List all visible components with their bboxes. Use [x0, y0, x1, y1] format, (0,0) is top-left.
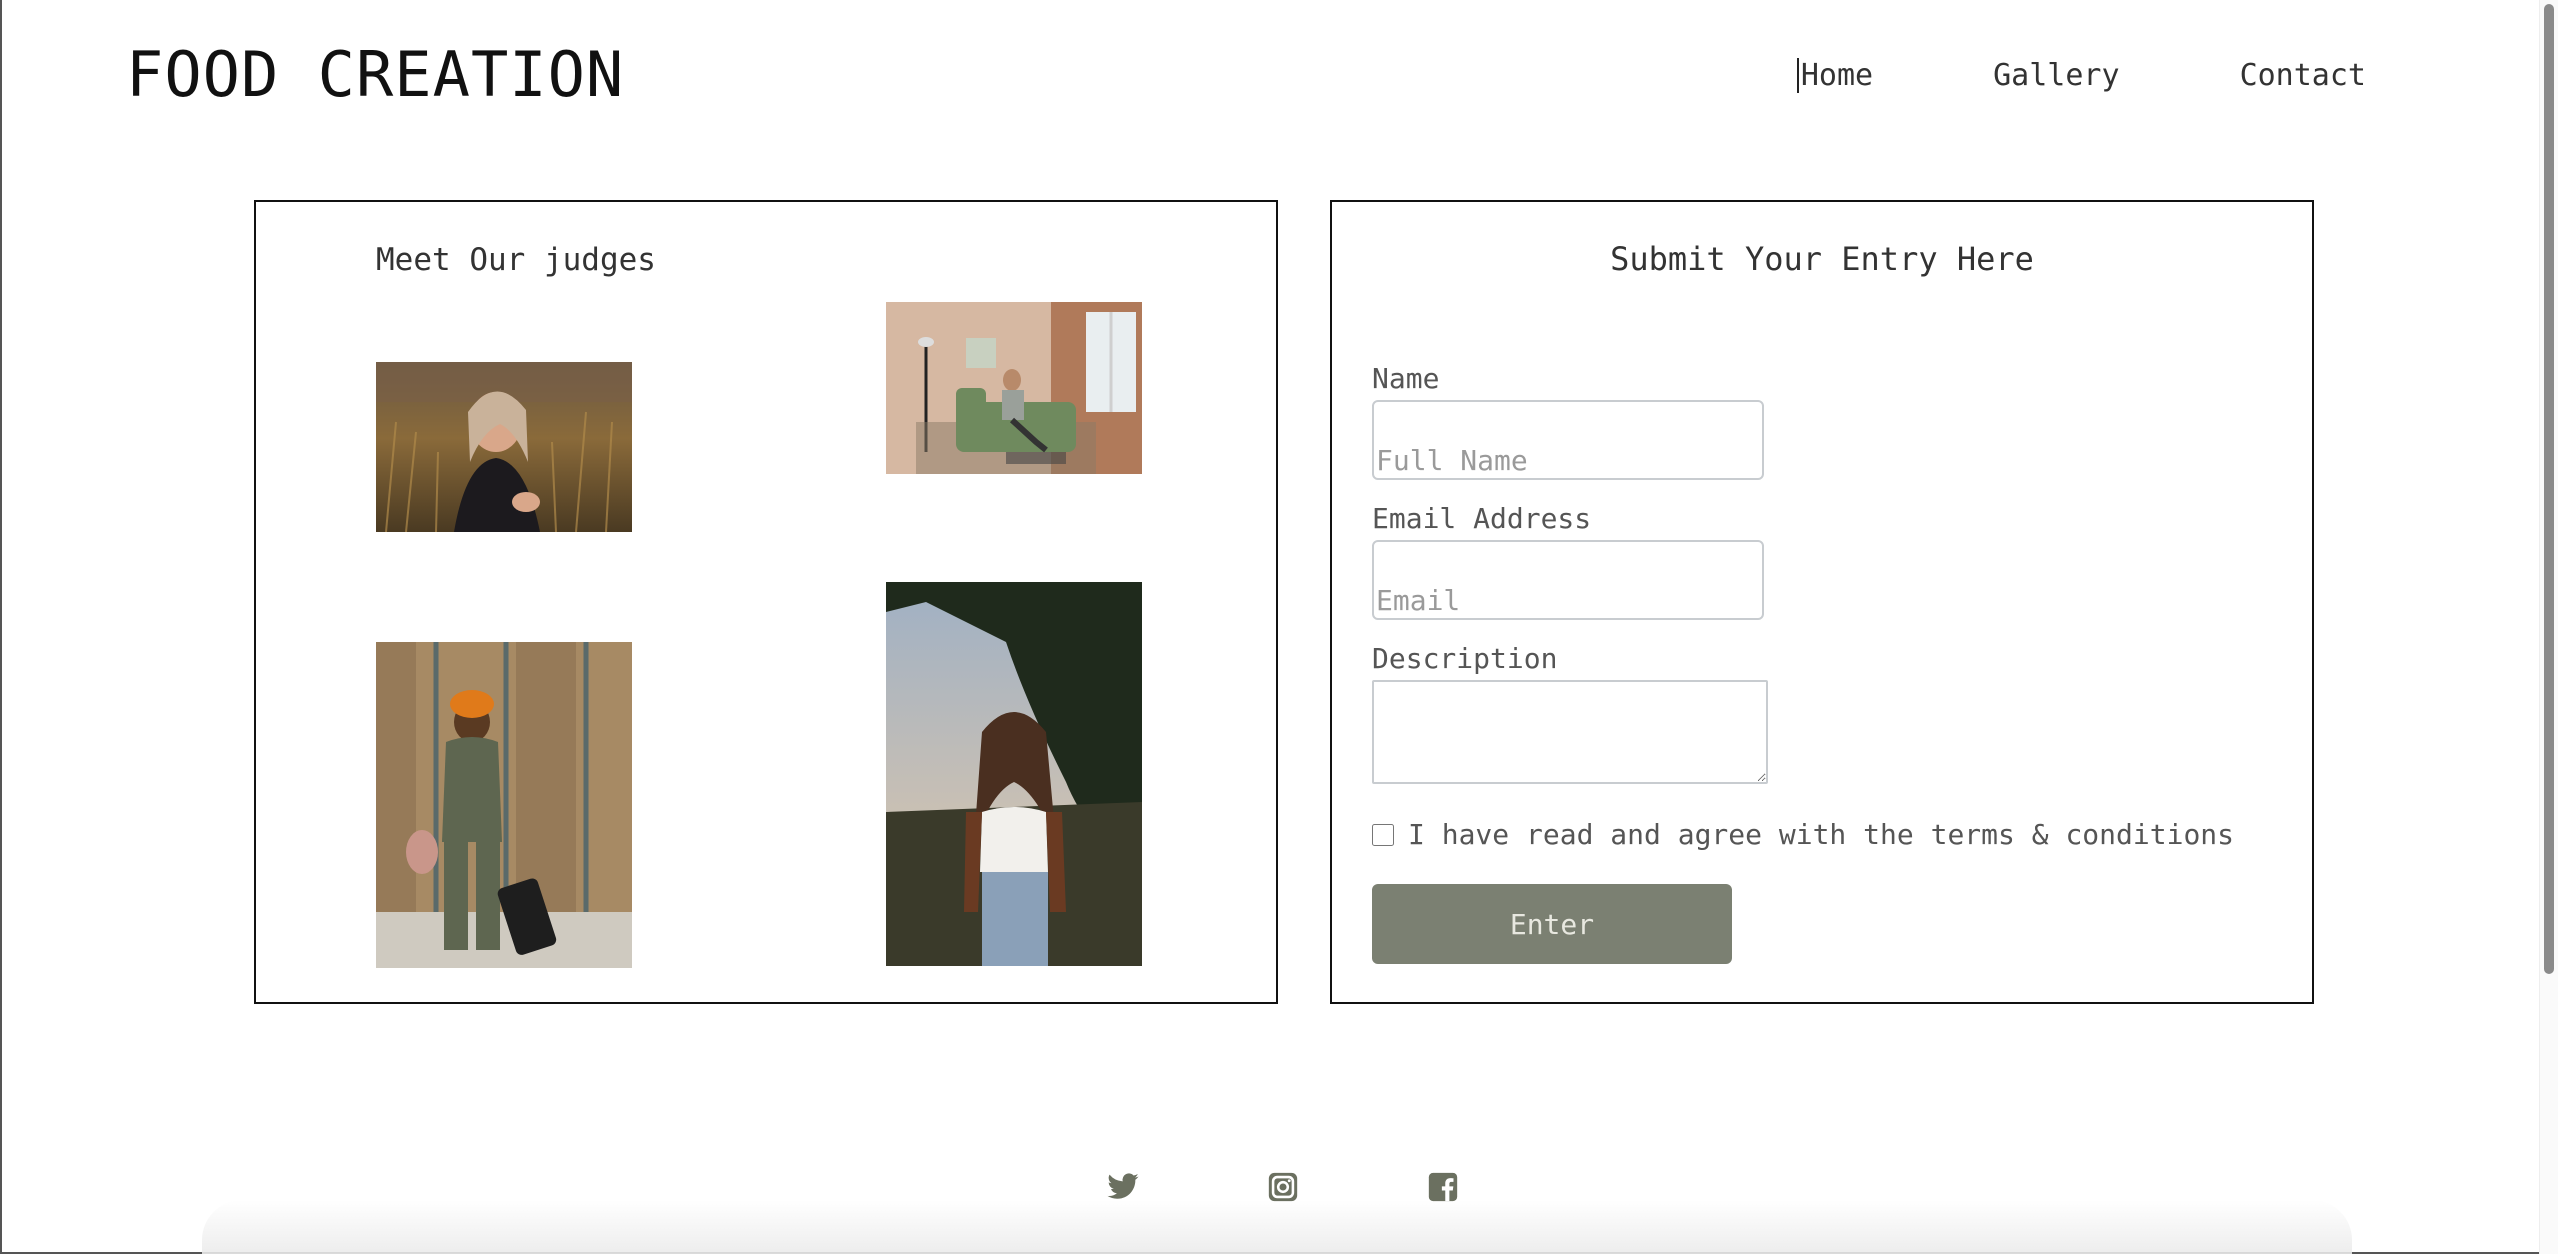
enter-button[interactable]: Enter: [1372, 884, 1732, 964]
nav-contact-link[interactable]: Contact: [2240, 58, 2366, 93]
instagram-icon[interactable]: [1266, 1170, 1300, 1204]
judge-photo-3: [376, 642, 632, 968]
name-field[interactable]: [1372, 400, 1764, 480]
scrollbar-thumb[interactable]: [2544, 4, 2554, 974]
nav-gallery-link[interactable]: Gallery: [1993, 58, 2119, 93]
email-field[interactable]: [1372, 540, 1764, 620]
email-label: Email Address: [1372, 502, 1592, 535]
site-logo[interactable]: FOOD CREATION: [126, 38, 624, 111]
nav-home-link[interactable]: Home: [1796, 58, 1873, 93]
social-links: [1106, 1170, 1460, 1204]
terms-checkbox[interactable]: [1372, 823, 1394, 846]
judge-photo-4: [886, 582, 1142, 966]
entry-form-panel: Submit Your Entry Here Name Email Addres…: [1330, 200, 2314, 1004]
page: FOOD CREATION Home Gallery Contact Meet …: [0, 0, 2558, 1254]
twitter-icon[interactable]: [1106, 1170, 1140, 1204]
facebook-icon[interactable]: [1426, 1170, 1460, 1204]
footer-shadow: [202, 1200, 2352, 1254]
terms-label: I have read and agree with the terms & c…: [1408, 818, 2235, 851]
description-field[interactable]: [1372, 680, 1768, 784]
judge-photo-1: [376, 362, 632, 532]
entry-form-title: Submit Your Entry Here: [1610, 240, 2034, 278]
name-label: Name: [1372, 362, 1440, 395]
judges-title: Meet Our judges: [376, 242, 656, 278]
main-nav: Home Gallery Contact: [1796, 58, 2366, 93]
site-header: FOOD CREATION Home Gallery Contact: [2, 0, 2542, 150]
judge-photo-2: [886, 302, 1142, 474]
description-label: Description: [1372, 642, 1558, 675]
page-scrollbar[interactable]: [2539, 0, 2558, 1254]
terms-row: I have read and agree with the terms & c…: [1372, 818, 2234, 851]
judges-panel: Meet Our judges: [254, 200, 1278, 1004]
